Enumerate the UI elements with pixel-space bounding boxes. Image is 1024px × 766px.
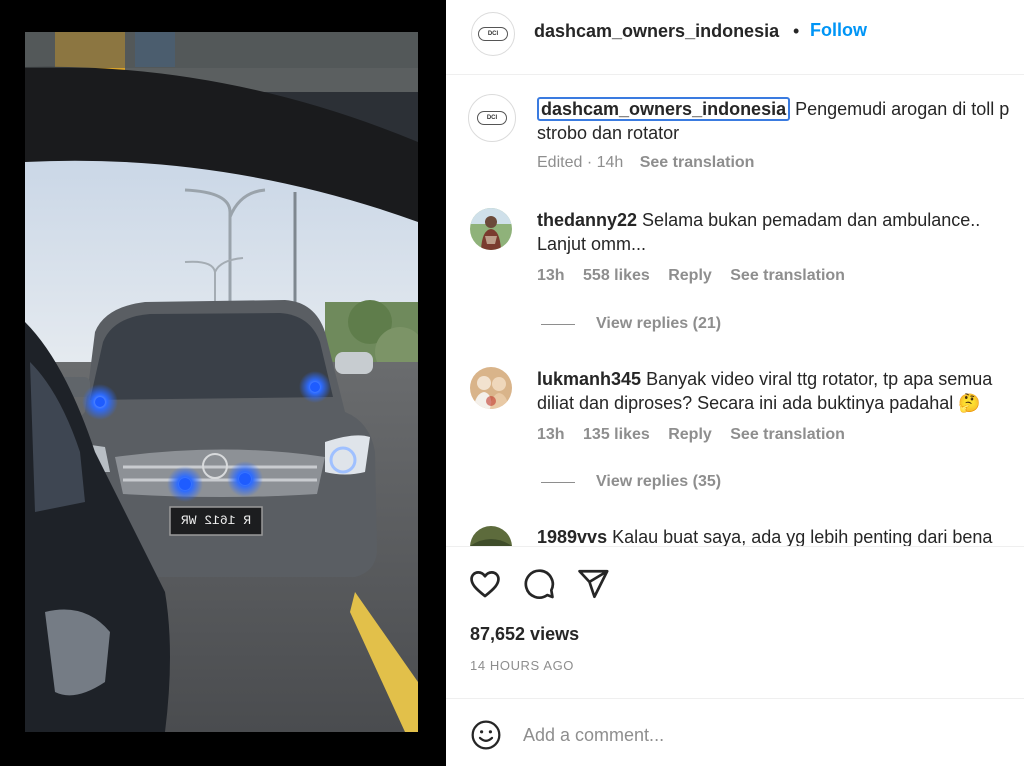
replies-divider — [541, 323, 575, 325]
comment-time: 13h — [537, 426, 565, 443]
dashcam-video-frame — [25, 32, 418, 732]
comment-likes[interactable]: 135 likes — [583, 426, 650, 443]
caption-body-line2: strobo dan rotator — [537, 123, 680, 143]
comment-body-line2: Lanjut omm... — [537, 234, 647, 254]
comment-body: Kalau buat saya, ada yg lebih penting da… — [612, 527, 993, 546]
comment-meta: 13h 558 likes Reply See translation — [537, 267, 859, 285]
dashcam-logo-icon: DCI — [478, 27, 508, 41]
comment-text: 1989vvs Kalau buat saya, ada yg lebih pe… — [537, 525, 1017, 546]
comment-text: lukmanh345 Banyak video viral ttg rotato… — [537, 367, 1017, 415]
comment-username[interactable]: lukmanh345 — [537, 369, 641, 389]
comments-list[interactable]: DCI dashcam_owners_indonesia Pengemudi a… — [446, 76, 1024, 546]
caption-meta: Edited · 14h See translation — [537, 154, 754, 172]
license-plate: R 1612 WR — [180, 513, 252, 528]
comment-avatar[interactable] — [470, 526, 512, 546]
post-timestamp: 14 HOURS AGO — [470, 658, 575, 673]
author-avatar[interactable]: DCI — [471, 12, 515, 56]
replies-divider — [541, 481, 575, 483]
view-replies-label: View replies (35) — [596, 473, 722, 490]
post-video[interactable]: R 1612 WR — [25, 32, 418, 732]
author-username[interactable]: dashcam_owners_indonesia — [534, 21, 779, 42]
caption-text: dashcam_owners_indonesia Pengemudi aroga… — [537, 97, 1024, 145]
user-photo-icon — [470, 208, 512, 250]
comment-see-translation[interactable]: See translation — [730, 426, 845, 443]
caption-body: Pengemudi arogan di toll p — [795, 99, 1010, 119]
add-comment-input[interactable] — [523, 721, 1003, 749]
comment-avatar[interactable] — [470, 208, 512, 250]
media-pane: R 1612 WR — [0, 0, 446, 766]
emoji-icon[interactable] — [470, 719, 502, 751]
share-icon[interactable] — [576, 567, 610, 601]
view-replies-button[interactable]: View replies (35) — [541, 473, 721, 491]
post-actions: 87,652 views 14 HOURS AGO — [446, 546, 1024, 698]
comment-time: 13h — [537, 267, 565, 284]
post-header: DCI dashcam_owners_indonesia • Follow — [446, 0, 1024, 75]
comment-text: thedanny22 Selama bukan pemadam dan ambu… — [537, 208, 1017, 256]
comment-meta: 13h 135 likes Reply See translation — [537, 426, 859, 444]
caption-username[interactable]: dashcam_owners_indonesia — [537, 97, 791, 121]
comment-body: Banyak video viral ttg rotator, tp apa s… — [646, 369, 993, 389]
comment-composer — [446, 698, 1024, 766]
comment-username[interactable]: thedanny22 — [537, 210, 637, 230]
caption-see-translation[interactable]: See translation — [640, 154, 755, 171]
comment-likes[interactable]: 558 likes — [583, 267, 650, 284]
comment-avatar[interactable] — [470, 367, 512, 409]
view-replies-button[interactable]: View replies (21) — [541, 315, 721, 333]
comment-icon[interactable] — [522, 567, 556, 601]
post-sidebar: DCI dashcam_owners_indonesia • Follow DC… — [446, 0, 1024, 766]
separator-dot: • — [793, 21, 800, 41]
caption-author-avatar[interactable]: DCI — [468, 94, 516, 142]
view-count[interactable]: 87,652 views — [470, 624, 579, 645]
heart-icon[interactable] — [468, 567, 502, 601]
dashcam-logo-icon: DCI — [477, 111, 507, 125]
user-photo-icon — [470, 367, 512, 409]
caption-edited-time: Edited · 14h — [537, 154, 624, 171]
comment-see-translation[interactable]: See translation — [730, 267, 845, 284]
comment-body-line2: diliat dan diproses? Secara ini ada bukt… — [537, 393, 981, 413]
comment-reply-button[interactable]: Reply — [668, 426, 712, 443]
user-photo-icon — [470, 526, 512, 546]
follow-button[interactable]: Follow — [810, 20, 867, 41]
comment-body: Selama bukan pemadam dan ambulance.. — [642, 210, 981, 230]
view-replies-label: View replies (21) — [596, 315, 722, 332]
comment-reply-button[interactable]: Reply — [668, 267, 712, 284]
comment-username[interactable]: 1989vvs — [537, 527, 607, 546]
